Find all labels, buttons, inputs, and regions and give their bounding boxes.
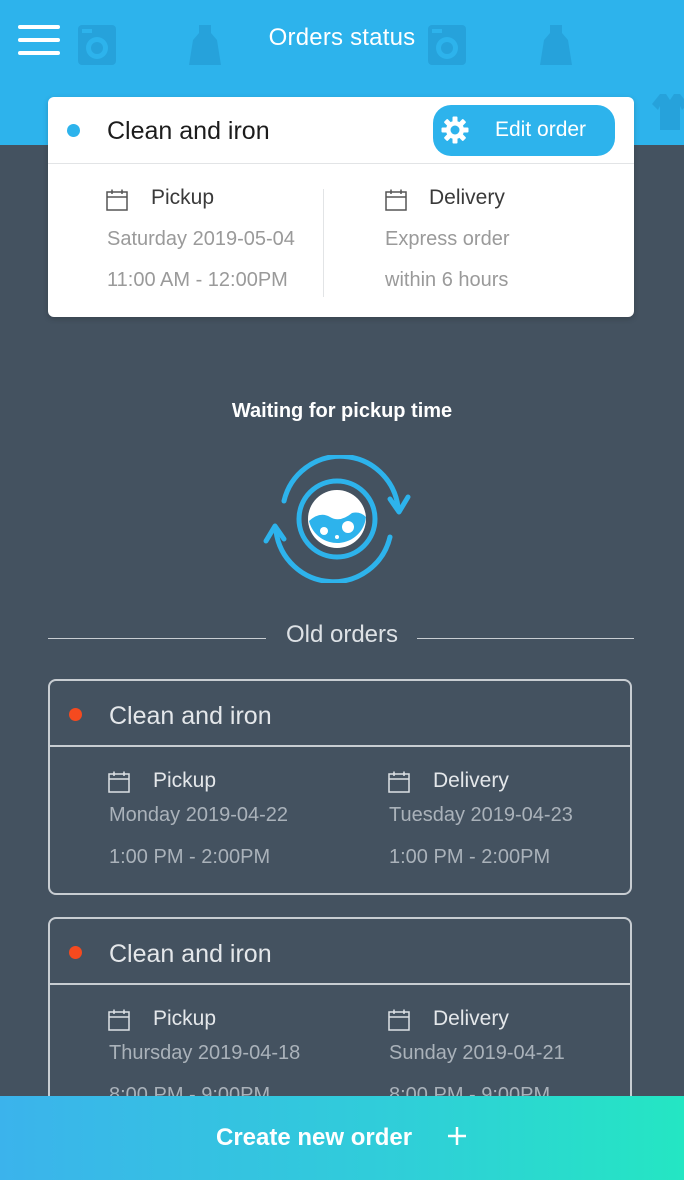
pickup-label: Pickup [151,186,215,209]
pickup-time: 11:00 AM - 12:00PM [107,269,288,291]
old-pickup-column: Pickup Monday 2019-04-22 1:00 PM - 2:00P… [50,747,330,897]
create-new-order-label: Create new order [216,1124,413,1151]
status-dot [69,946,82,959]
old-orders-heading: Old orders [285,621,399,648]
delivery-line-1: Express order [385,228,510,250]
pickup-time: 1:00 PM - 2:00PM [109,846,271,868]
washing-machine-cycle-icon [263,455,411,583]
old-order-service: Clean and iron [109,702,272,730]
calendar-icon [108,1009,130,1031]
old-order-service: Clean and iron [109,940,272,968]
current-pickup-column: Pickup Saturday 2019-05-04 11:00 AM - 12… [48,163,323,317]
edit-order-button[interactable]: Edit order [433,105,615,156]
delivery-time: 1:00 PM - 2:00PM [389,846,551,868]
calendar-icon [106,189,128,211]
current-order-card: Clean and iron Edit order Pickup Saturda… [48,97,634,317]
edit-order-label: Edit order [495,118,587,141]
pickup-date: Saturday 2019-05-04 [107,228,295,250]
pickup-label: Pickup [153,1007,217,1030]
calendar-icon-2 [388,1009,410,1031]
old-orders-rule-right [417,638,634,639]
old-order-card[interactable]: Clean and iron Pickup Monday 2019-04-22 … [48,679,632,895]
old-order-header: Clean and iron [50,919,630,985]
delivery-label: Delivery [429,186,505,209]
delivery-line-2: within 6 hours [385,269,509,291]
delivery-date: Sunday 2019-04-21 [389,1042,565,1064]
status-message: Waiting for pickup time [231,400,453,422]
calendar-icon [108,771,130,793]
create-new-order-button[interactable]: Create new order [0,1096,684,1180]
old-delivery-column: Delivery Tuesday 2019-04-23 1:00 PM - 2:… [330,747,630,897]
shirt-pattern-icon [652,94,684,130]
delivery-label: Delivery [433,769,509,792]
delivery-label: Delivery [433,1007,509,1030]
delivery-date: Tuesday 2019-04-23 [389,804,573,826]
old-order-header: Clean and iron [50,681,630,747]
calendar-icon-2 [385,189,407,211]
current-order-service: Clean and iron [107,117,270,145]
status-dot [67,124,80,137]
current-order-header: Clean and iron Edit order [48,97,634,164]
page-title: Orders status [268,24,416,51]
plus-icon [448,1127,466,1145]
status-dot [69,708,82,721]
current-delivery-column: Delivery Express order within 6 hours [324,163,634,317]
pickup-date: Monday 2019-04-22 [109,804,289,826]
pickup-label: Pickup [153,769,217,792]
pickup-date: Thursday 2019-04-18 [109,1042,301,1064]
calendar-icon-2 [388,771,410,793]
gear-icon [441,116,469,144]
